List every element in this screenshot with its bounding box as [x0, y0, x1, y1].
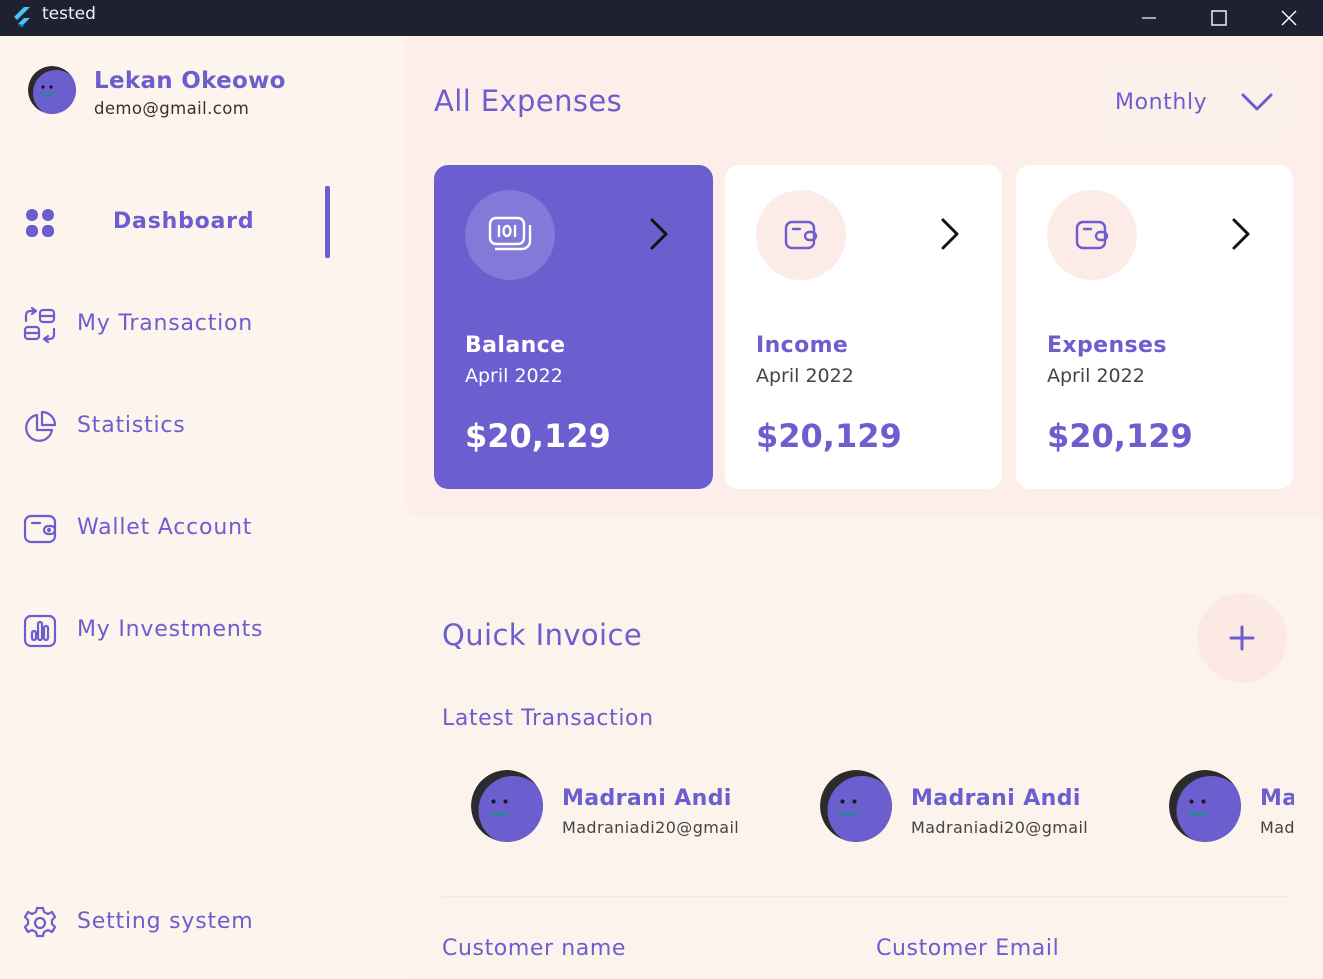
- pie-chart-icon: [25, 410, 57, 442]
- expenses-title: All Expenses: [434, 84, 623, 118]
- expenses-icon-circle: [1047, 190, 1137, 280]
- period-dropdown[interactable]: Monthly: [1097, 68, 1293, 140]
- nav-item-statistics[interactable]: Statistics: [0, 397, 340, 457]
- expenses-amount: $20,129: [1047, 417, 1193, 455]
- nav-label-dashboard: Dashboard: [113, 209, 255, 234]
- income-card[interactable]: Income April 2022 $20,129: [725, 165, 1002, 489]
- balance-card[interactable]: Balance April 2022 $20,129: [434, 165, 713, 489]
- dashboard-grid-icon: [26, 209, 54, 237]
- transaction-item[interactable]: Madrani Andi Madraniadi20@gmail: [1169, 770, 1294, 844]
- window-title: tested: [42, 4, 96, 24]
- divider: [442, 896, 1287, 897]
- flutter-logo-icon: [14, 7, 30, 27]
- avatar-face-icon: [28, 66, 76, 114]
- nav-item-my-investments[interactable]: My Investments: [0, 601, 340, 661]
- wallet-icon: [23, 514, 57, 544]
- wallet-icon: [784, 220, 818, 250]
- income-period: April 2022: [756, 365, 854, 387]
- avatar: [471, 770, 543, 842]
- sidebar: Lekan Okeowo demo@gmail.com Dashboard My…: [0, 36, 405, 979]
- transaction-item[interactable]: Madrani Andi Madraniadi20@gmail: [471, 770, 811, 844]
- nav-label-wallet-account: Wallet Account: [77, 515, 253, 540]
- nav-label-my-investments: My Investments: [77, 617, 264, 642]
- add-invoice-button[interactable]: [1197, 593, 1287, 683]
- minimize-button[interactable]: [1114, 0, 1184, 36]
- nav-item-dashboard[interactable]: Dashboard: [0, 193, 340, 253]
- customer-email-label: Customer Email: [876, 936, 1060, 961]
- customer-name-label: Customer name: [442, 936, 627, 961]
- avatar-face-icon: [471, 770, 543, 842]
- transaction-name: Madrani Andi: [911, 786, 1081, 811]
- avatar: [1169, 770, 1241, 842]
- minimize-icon: [1142, 17, 1156, 19]
- wallet-icon: [1075, 220, 1109, 250]
- balance-title: Balance: [465, 333, 566, 358]
- plus-icon: [1229, 625, 1255, 651]
- expenses-period: April 2022: [1047, 365, 1145, 387]
- active-nav-indicator: [325, 186, 330, 258]
- income-title: Income: [756, 333, 849, 358]
- transaction-name: Madrani Andi: [1260, 786, 1294, 811]
- transaction-name: Madrani Andi: [562, 786, 732, 811]
- expenses-panel: All Expenses Monthly Balance April 2022 …: [405, 36, 1323, 518]
- avatar-face-icon: [1169, 770, 1241, 842]
- close-button[interactable]: [1254, 0, 1323, 36]
- transaction-email: Madraniadi20@gmail: [562, 818, 740, 837]
- money-stack-icon: [488, 216, 532, 251]
- quick-invoice-content: Quick Invoice Latest Transaction Madrani…: [405, 556, 1323, 979]
- income-icon-circle: [756, 190, 846, 280]
- nav-item-wallet-account[interactable]: Wallet Account: [0, 499, 340, 559]
- nav-item-my-transaction[interactable]: My Transaction: [0, 295, 340, 355]
- chevron-right-icon[interactable]: [648, 217, 670, 251]
- profile-name: Lekan Okeowo: [94, 68, 286, 94]
- gear-icon: [23, 906, 57, 938]
- profile-email: demo@gmail.com: [94, 99, 250, 118]
- chevron-right-icon[interactable]: [1230, 217, 1252, 251]
- balance-amount: $20,129: [465, 417, 611, 455]
- close-icon: [1281, 10, 1297, 26]
- maximize-icon: [1211, 10, 1227, 26]
- nav-label-setting-system: Setting system: [77, 909, 254, 934]
- quick-invoice-panel: Quick Invoice Latest Transaction Madrani…: [405, 556, 1323, 979]
- maximize-button[interactable]: [1184, 0, 1254, 36]
- income-amount: $20,129: [756, 417, 902, 455]
- expenses-card[interactable]: Expenses April 2022 $20,129: [1016, 165, 1293, 489]
- latest-transaction-label: Latest Transaction: [442, 706, 654, 731]
- period-dropdown-value: Monthly: [1115, 90, 1208, 115]
- expenses-card-title: Expenses: [1047, 333, 1167, 358]
- balance-icon-circle: [465, 190, 555, 280]
- window-titlebar: tested: [0, 0, 1323, 36]
- quick-invoice-title: Quick Invoice: [442, 618, 643, 652]
- transaction-icon: [23, 307, 56, 343]
- chevron-right-icon[interactable]: [939, 217, 961, 251]
- balance-period: April 2022: [465, 365, 563, 387]
- avatar: [820, 770, 892, 842]
- transaction-email: Madraniadi20@gmail: [1260, 818, 1294, 837]
- bar-chart-icon: [23, 614, 57, 648]
- nav-item-setting-system[interactable]: Setting system: [0, 893, 340, 953]
- avatar-face-icon: [820, 770, 892, 842]
- transaction-email: Madraniadi20@gmail: [911, 818, 1089, 837]
- avatar[interactable]: [28, 66, 76, 114]
- nav-label-my-transaction: My Transaction: [77, 311, 254, 336]
- nav-label-statistics: Statistics: [77, 413, 186, 438]
- transaction-item[interactable]: Madrani Andi Madraniadi20@gmail: [820, 770, 1160, 844]
- chevron-down-icon: [1241, 93, 1273, 111]
